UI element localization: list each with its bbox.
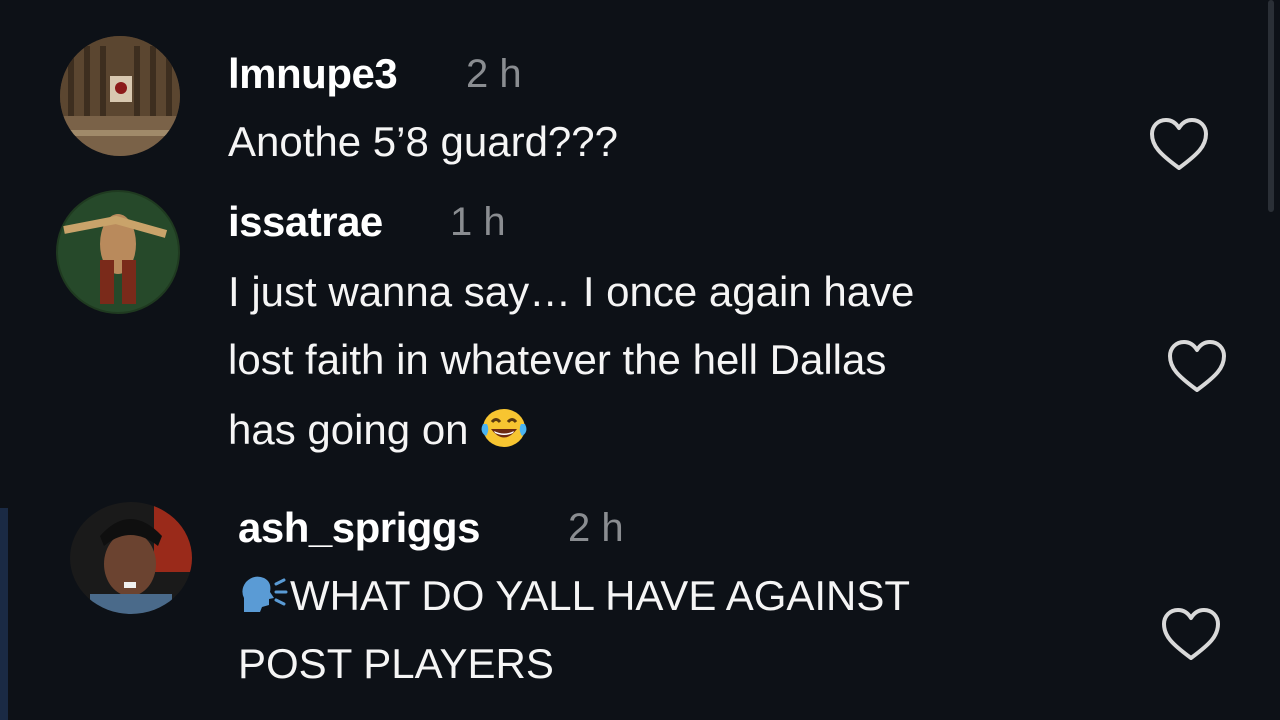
comment-timestamp: 2 h [568, 506, 624, 550]
avatar[interactable] [60, 36, 180, 156]
comment-username[interactable]: lmnupe3 [228, 50, 398, 98]
heart-outline-icon[interactable] [1166, 338, 1228, 394]
comment-timestamp: 1 h [450, 200, 506, 244]
comment-username[interactable]: issatrae [228, 198, 383, 246]
heart-outline-icon[interactable] [1160, 606, 1222, 662]
avatar[interactable] [56, 190, 180, 314]
laughing-crying-emoji [481, 409, 527, 447]
heart-outline-icon[interactable] [1148, 116, 1210, 172]
comment-text-line-with-emoji: WHAT DO YALL HAVE AGAINST [238, 562, 910, 630]
comment-text-line: lost faith in whatever the hell Dallas [228, 336, 887, 383]
comment-timestamp: 2 h [466, 52, 522, 96]
avatar[interactable] [70, 502, 192, 614]
comment-text-line: WHAT DO YALL HAVE AGAINST [290, 572, 911, 619]
comment-text-line: POST PLAYERS [238, 640, 554, 687]
comment-text-line-with-emoji: has going on [228, 396, 528, 464]
speaking-head-emoji [242, 576, 288, 612]
comment-text-line: I just wanna say… I once again have [228, 268, 915, 315]
scrollbar[interactable] [1268, 0, 1274, 212]
comment-text: Anothe 5’8 guard??? [228, 118, 618, 165]
left-edge-strip [0, 508, 8, 720]
comment-text-line: has going on [228, 406, 469, 453]
comment-username[interactable]: ash_spriggs [238, 504, 480, 552]
